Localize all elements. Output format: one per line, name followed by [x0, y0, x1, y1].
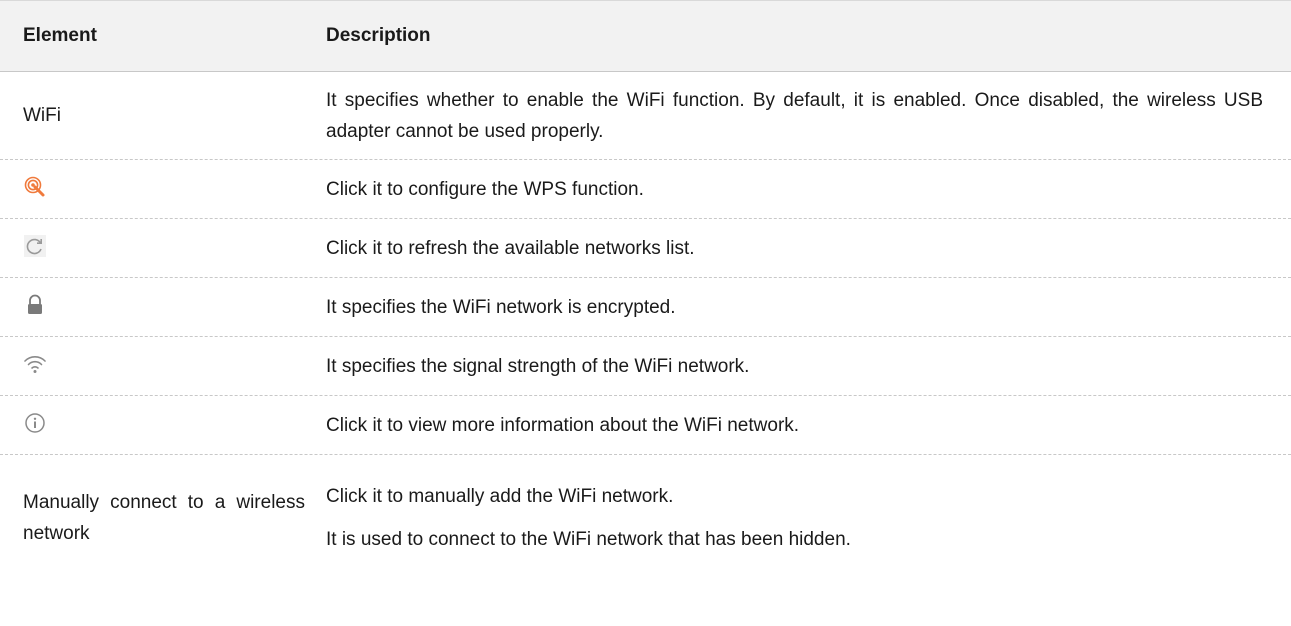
description-cell: It specifies the WiFi network is encrypt… — [326, 296, 676, 318]
description-cell: It specifies the signal strength of the … — [326, 355, 750, 377]
wifi-signal-icon — [23, 352, 47, 376]
table-row: Click it to refresh the available networ… — [0, 219, 1291, 278]
description-cell: Click it to refresh the available networ… — [326, 237, 695, 259]
description-cell: Click it to manually add the WiFi networ… — [326, 481, 1291, 555]
description-cell: Click it to configure the WPS function. — [326, 178, 644, 200]
description-cell: Click it to view more information about … — [326, 414, 800, 436]
description-line: It is used to connect to the WiFi networ… — [326, 528, 851, 550]
wps-icon — [23, 175, 47, 199]
table-row: Manually connect to a wireless network C… — [0, 455, 1291, 580]
header-element: Element — [23, 25, 97, 46]
header-description: Description — [326, 25, 431, 46]
info-icon — [23, 411, 47, 435]
element-cell-wifi: WiFi — [23, 105, 61, 126]
manual-connect-label: Manually connect to a wireless network — [23, 491, 305, 544]
table-row: It specifies the signal strength of the … — [0, 337, 1291, 396]
element-cell-manual: Manually connect to a wireless network — [0, 487, 326, 549]
table-row: WiFi It specifies whether to enable the … — [0, 72, 1291, 160]
refresh-icon — [23, 234, 47, 258]
description-line: Click it to manually add the WiFi networ… — [326, 485, 674, 507]
table-row: Click it to view more information about … — [0, 396, 1291, 455]
table-header-row: Element Description — [0, 0, 1291, 72]
element-cell-refresh — [0, 234, 326, 262]
table-row: It specifies the WiFi network is encrypt… — [0, 278, 1291, 337]
element-cell-wps — [0, 175, 326, 203]
description-cell: It specifies whether to enable the WiFi … — [326, 89, 1263, 142]
element-cell-lock — [0, 293, 326, 321]
element-cell-signal — [0, 352, 326, 380]
element-cell-info — [0, 411, 326, 439]
table-row: Click it to configure the WPS function. — [0, 160, 1291, 219]
element-description-table: Element Description WiFi It specifies wh… — [0, 0, 1291, 580]
lock-icon — [23, 293, 47, 317]
